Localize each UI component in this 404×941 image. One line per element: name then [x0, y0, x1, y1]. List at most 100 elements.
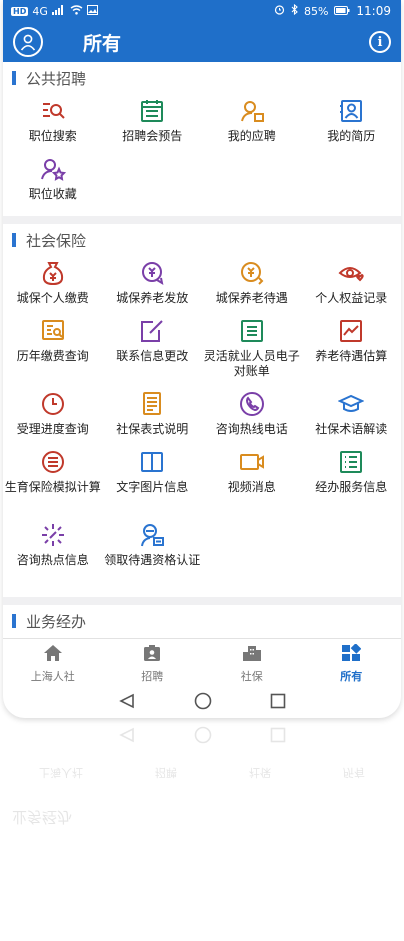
item-form-explanation[interactable]: 社保表式说明	[103, 387, 203, 445]
tab-all[interactable]: 所有	[302, 639, 402, 688]
item-label: 社保术语解读	[315, 422, 388, 436]
item-label: 职位收藏	[28, 187, 77, 201]
item-hot-topics[interactable]: 咨询热点信息	[3, 518, 103, 576]
section-social-insurance: 社会保险 城保个人缴费 城保养老发放 城保养老待遇 个人权益记录 历年缴费查询 …	[3, 224, 401, 597]
item-my-application[interactable]: 我的应聘	[202, 94, 302, 152]
status-bar: HD 4G 85% 11:09	[3, 0, 401, 22]
payment-history-icon	[40, 318, 66, 344]
item-label: 我的应聘	[227, 129, 276, 143]
statement-icon	[239, 318, 265, 344]
battery-level: 85%	[303, 4, 329, 18]
reflection-tab-label: 招聘	[155, 766, 177, 779]
bluetooth-icon	[291, 3, 298, 18]
user-avatar-icon[interactable]	[13, 27, 43, 57]
wifi-icon	[70, 4, 83, 18]
item-pension-benefit[interactable]: 城保养老待遇	[202, 256, 302, 314]
graduation-cap-icon	[338, 391, 365, 417]
item-payment-history[interactable]: 历年缴费查询	[3, 314, 103, 372]
item-label: 视频消息	[227, 480, 276, 494]
item-favorite-jobs[interactable]: 职位收藏	[3, 152, 103, 210]
back-icon[interactable]	[118, 693, 136, 713]
item-label: 咨询热线电话	[215, 422, 288, 436]
item-label: 受理进度查询	[16, 422, 89, 436]
reflection-section: 业务经办	[3, 798, 401, 838]
item-service-info[interactable]: 经办服务信息	[302, 445, 402, 503]
tab-label: 上海人社	[30, 669, 75, 683]
reflection-tabs: 上海人社 招聘 社保 所有	[3, 748, 401, 798]
item-progress-query[interactable]: 受理进度查询	[3, 387, 103, 445]
calculator-icon	[40, 449, 66, 475]
favorite-job-icon	[40, 156, 66, 182]
section-title: 业务经办	[26, 612, 87, 631]
home-circle-icon[interactable]	[194, 692, 212, 714]
reflection-section-title: 业务经办	[12, 808, 73, 827]
section-marker	[12, 614, 16, 628]
hot-spot-icon	[40, 522, 66, 548]
section-header: 社会保险	[3, 224, 401, 256]
item-contact-update[interactable]: 联系信息更改	[103, 314, 203, 372]
item-label: 联系信息更改	[116, 349, 189, 363]
tab-label: 所有	[340, 669, 363, 683]
item-text-image-info[interactable]: 文字图片信息	[103, 445, 203, 503]
main-content[interactable]: 公共招聘 职位搜索 招聘会预告 我的应聘 我的简历 职位收藏 社会保险 城保个人…	[3, 62, 401, 638]
alarm-icon	[274, 4, 285, 18]
trend-chart-icon	[338, 318, 364, 344]
item-flexible-statement[interactable]: 灵活就业人员电子对账单	[202, 314, 302, 387]
reflection-tab-label: 所有	[343, 766, 365, 779]
item-label: 城保个人缴费	[16, 291, 89, 305]
item-video-message[interactable]: 视频消息	[202, 445, 302, 503]
recents-square-icon	[270, 723, 286, 743]
reflection-tab-label: 上海人社	[39, 766, 83, 779]
book-icon	[139, 449, 165, 475]
home-icon	[43, 644, 63, 665]
money-bag-icon	[40, 260, 66, 286]
item-eligibility-cert[interactable]: 领取待遇资格认证	[103, 518, 203, 591]
item-terminology[interactable]: 社保术语解读	[302, 387, 402, 445]
video-icon	[239, 449, 265, 475]
item-hotline[interactable]: 咨询热线电话	[202, 387, 302, 445]
calendar-icon	[139, 98, 165, 124]
item-label: 经办服务信息	[315, 480, 388, 494]
item-label: 咨询热点信息	[16, 553, 89, 567]
item-job-fair[interactable]: 招聘会预告	[103, 94, 203, 152]
screen-reflection: 业务经办 上海人社 招聘 社保 所有	[3, 718, 401, 941]
hd-badge: HD	[11, 6, 29, 16]
tab-social-security[interactable]: 社保	[202, 639, 302, 688]
eye-heart-icon	[338, 260, 364, 286]
item-label: 生育保险模拟计算	[4, 480, 101, 494]
image-notification-icon	[86, 4, 98, 18]
item-label: 个人权益记录	[315, 291, 388, 305]
clock-time: 11:09	[356, 4, 391, 18]
signal-icon	[51, 4, 66, 18]
section-header: 公共招聘	[3, 62, 401, 94]
recents-square-icon[interactable]	[270, 693, 286, 713]
section-business-handling: 业务经办	[3, 605, 401, 638]
item-label: 招聘会预告	[122, 129, 183, 143]
section-title: 社会保险	[26, 231, 87, 250]
item-pension-payout[interactable]: 城保养老发放	[103, 256, 203, 314]
tab-shanghai-hr[interactable]: 上海人社	[3, 639, 103, 688]
item-maternity-calc[interactable]: 生育保险模拟计算	[3, 445, 103, 518]
bottom-tab-bar: 上海人社 招聘 社保 所有	[3, 638, 401, 688]
item-job-search[interactable]: 职位搜索	[3, 94, 103, 152]
item-my-resume[interactable]: 我的简历	[302, 94, 402, 152]
tab-recruit[interactable]: 招聘	[103, 639, 203, 688]
item-pension-estimate[interactable]: 养老待遇估算	[302, 314, 402, 372]
edit-icon	[139, 318, 165, 344]
network-indicator: 4G	[32, 4, 48, 18]
item-label: 社保表式说明	[116, 422, 189, 436]
pension-benefit-icon	[239, 260, 265, 286]
item-label: 历年缴费查询	[16, 349, 89, 363]
item-label: 职位搜索	[28, 129, 77, 143]
item-label: 城保养老发放	[116, 291, 189, 305]
tab-label: 招聘	[141, 669, 164, 683]
info-icon[interactable]: i	[369, 31, 391, 53]
resume-icon	[338, 98, 364, 124]
pension-payout-icon	[139, 260, 165, 286]
tab-label: 社保	[240, 669, 263, 683]
back-icon	[118, 723, 136, 743]
item-label: 灵活就业人员电子对账单	[203, 349, 300, 378]
app-header: 所有 i	[3, 22, 401, 62]
item-personal-payment[interactable]: 城保个人缴费	[3, 256, 103, 314]
item-rights-record[interactable]: 个人权益记录	[302, 256, 402, 314]
